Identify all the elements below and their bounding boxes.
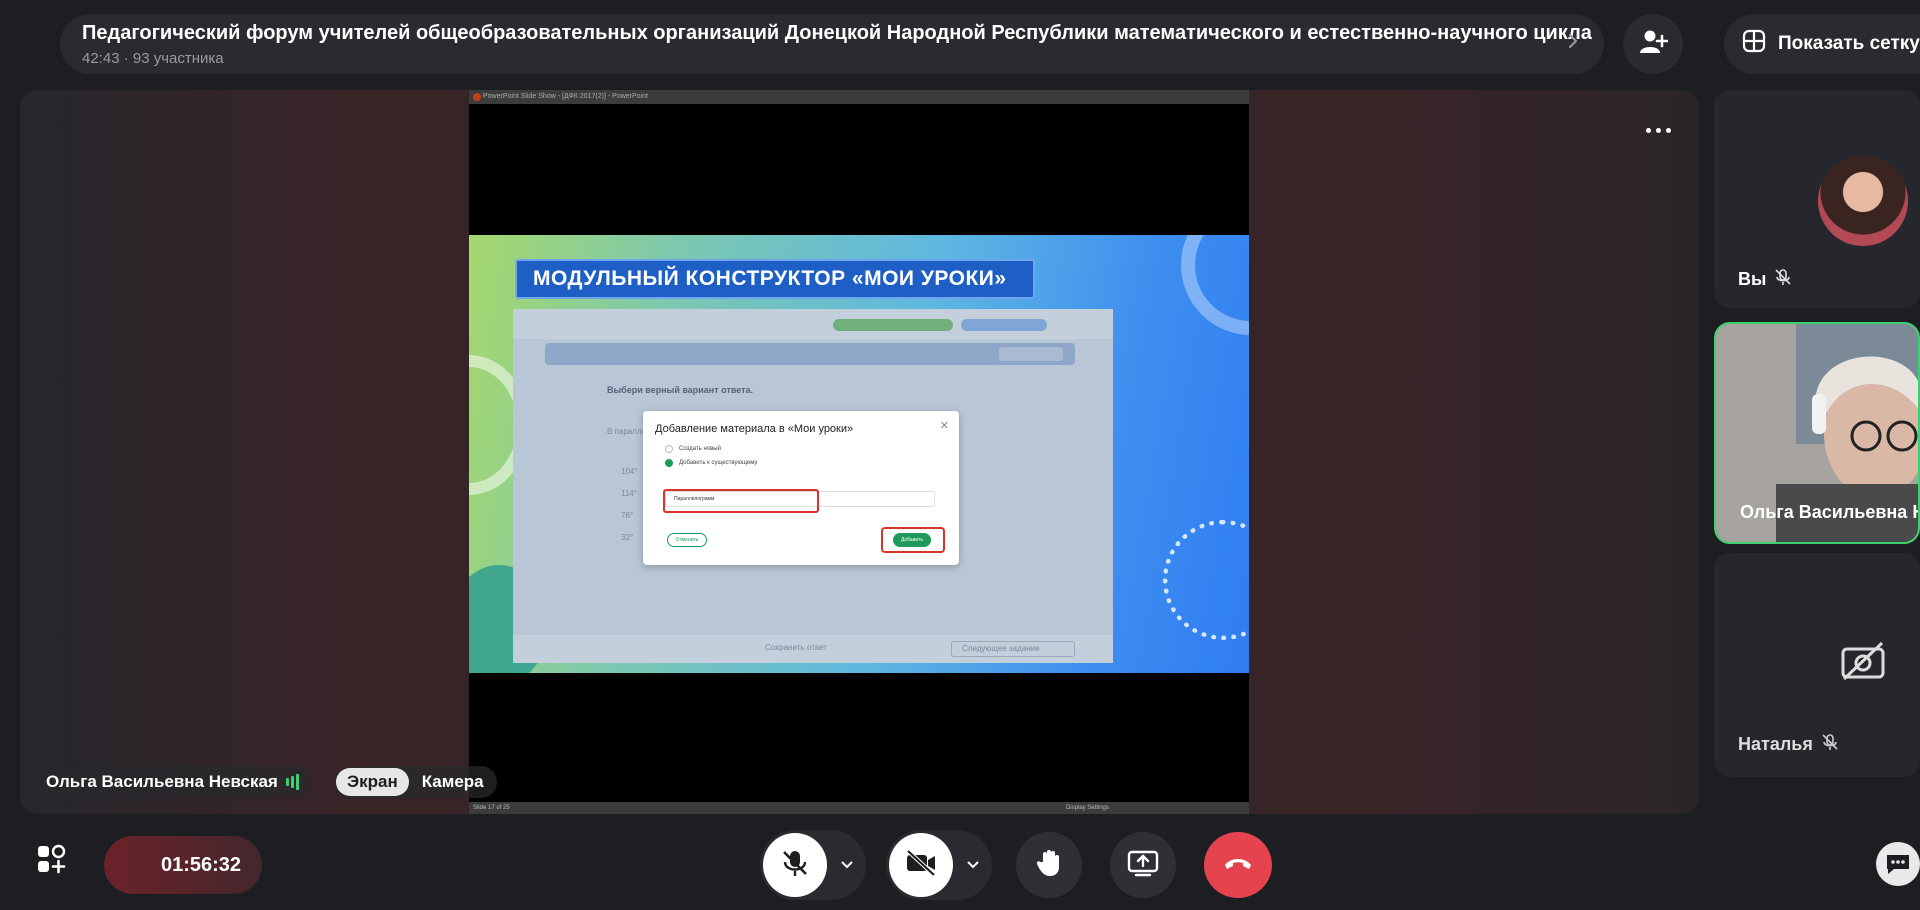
close-icon: ✕ <box>939 420 949 432</box>
camera-control <box>886 830 992 900</box>
option-create-new: Создать новый <box>679 446 721 452</box>
participant-tile-natalya[interactable]: Наталья <box>1714 553 1920 777</box>
chevron-down-icon[interactable] <box>966 858 980 872</box>
powerpoint-icon <box>473 93 481 101</box>
shared-screen: PowerPoint Slide Show - [ДФК 2017(2)] - … <box>469 90 1249 814</box>
decor-dotted-ring <box>1163 520 1249 640</box>
add-participant-button[interactable] <box>1623 14 1683 74</box>
mic-off-icon <box>780 848 810 883</box>
view-option-camera[interactable]: Камера <box>411 768 495 796</box>
chat-button[interactable] <box>1876 842 1920 886</box>
grid-icon <box>1742 29 1766 59</box>
next-task-label: Следующее задание <box>951 641 1075 657</box>
slide-question: Выбери верный вариант ответа. <box>607 385 754 395</box>
chevron-down-icon[interactable] <box>840 858 854 872</box>
radio-icon <box>665 445 673 453</box>
view-switcher: Экран Камера <box>334 766 497 798</box>
apps-icon <box>36 844 66 879</box>
presentation-window-titlebar: PowerPoint Slide Show - [ДФК 2017(2)] - … <box>469 90 1249 104</box>
presentation-slide: МОДУЛЬНЫЙ КОНСТРУКТОР «МОИ УРОКИ» Выбери… <box>469 235 1249 673</box>
participant-name: Вы <box>1738 269 1767 289</box>
decor-ring <box>1181 235 1249 335</box>
option-add-existing: Добавить к существующему <box>679 460 758 466</box>
participant-name: Ольга Васильевна Не <box>1740 502 1920 522</box>
share-screen-button[interactable] <box>1110 832 1176 898</box>
more-options-button[interactable] <box>1640 118 1676 142</box>
show-grid-label: Показать сетку <box>1778 33 1920 54</box>
add-material-dialog: Добавление материала в «Мои уроки» ✕ Соз… <box>643 411 959 565</box>
camera-toggle-button[interactable] <box>889 833 953 897</box>
participant-tile-speaking[interactable]: Ольга Васильевна Не <box>1714 322 1920 544</box>
chevron-right-icon[interactable] <box>1562 30 1584 52</box>
add-user-icon <box>1638 27 1669 62</box>
answer-option: 76° <box>621 511 634 520</box>
presentation-statusbar: Slide 17 of 25 Display Settings <box>469 802 1249 814</box>
mic-control <box>760 830 866 900</box>
highlight-frame <box>881 527 945 553</box>
dialog-cancel-label: Отменить <box>667 533 707 547</box>
raise-hand-button[interactable] <box>1016 832 1082 898</box>
slide-title: МОДУЛЬНЫЙ КОНСТРУКТОР «МОИ УРОКИ» <box>515 259 1035 299</box>
mic-off-icon <box>1774 268 1792 291</box>
highlight-frame <box>663 489 819 513</box>
raise-hand-icon <box>1034 848 1064 883</box>
recording-timer: 01:56:32 <box>104 836 262 894</box>
chat-icon <box>1884 852 1912 881</box>
radio-checked-icon <box>665 459 673 467</box>
answer-option: 114° <box>621 489 637 498</box>
participant-name: Наталья <box>1738 734 1813 754</box>
avatar <box>1818 156 1908 246</box>
mic-toggle-button[interactable] <box>763 833 827 897</box>
speaker-name: Ольга Васильевна Невская <box>46 772 278 791</box>
save-answer-label: Сохранить ответ <box>765 643 827 652</box>
camera-off-icon <box>905 848 937 883</box>
screen-share-icon <box>1127 849 1159 882</box>
participant-tile-you[interactable]: Вы <box>1714 90 1920 308</box>
audio-level-icon <box>285 774 299 790</box>
more-horizontal-icon <box>1645 127 1651 133</box>
answer-option: 32° <box>621 533 634 542</box>
mic-off-icon <box>1821 733 1839 756</box>
active-speaker-label: Ольга Васильевна Невская <box>34 766 311 798</box>
conference-duration-participants: 42:43 · 93 участника <box>82 50 224 67</box>
show-grid-button[interactable]: Показать сетку <box>1724 14 1920 74</box>
dialog-title: Добавление материала в «Мои уроки» <box>655 423 854 435</box>
view-option-screen[interactable]: Экран <box>336 768 409 796</box>
camera-off-icon <box>1840 641 1886 686</box>
apps-button[interactable] <box>26 836 76 886</box>
answer-option: 104° <box>621 467 638 476</box>
end-call-icon <box>1223 853 1253 878</box>
end-call-button[interactable] <box>1204 832 1272 898</box>
conference-title: Педагогический форум учителей общеобразо… <box>82 22 1592 44</box>
